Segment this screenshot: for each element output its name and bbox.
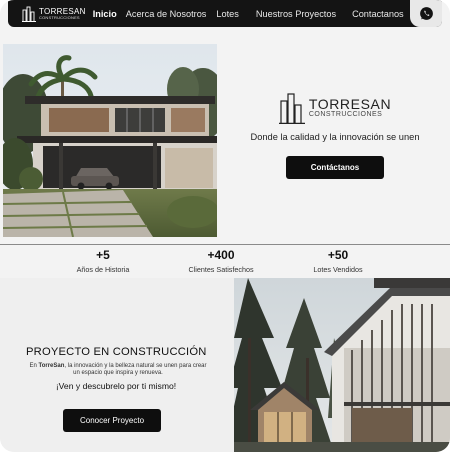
project-image	[234, 278, 450, 452]
conocer-proyecto-button[interactable]: Conocer Proyecto	[63, 409, 161, 432]
stat-clients-label: Clientes Satisfechos	[188, 265, 254, 274]
stats-divider	[0, 244, 450, 245]
project-desc-brand: TorreSan	[38, 363, 65, 369]
stat-years-label: Años de Historia	[76, 265, 130, 274]
nav-link-inicio[interactable]: Inicio	[93, 9, 117, 19]
modern-house-illustration	[3, 44, 217, 237]
page: TORRESAN CONSTRUCCIONES Inicio Acerca de…	[0, 0, 450, 452]
nav-link-proyectos[interactable]: Nuestros Proyectos	[256, 9, 336, 19]
hero-brand-subtitle: CONSTRUCCIONES	[308, 111, 383, 119]
project-description: En TorreSan, la innovación y la belleza …	[28, 363, 208, 377]
nav-link-lotes[interactable]: Lotes	[216, 9, 238, 19]
nav-logo-subtitle: CONSTRUCCIONES	[39, 14, 80, 20]
stat-clients: +400 Clientes Satisfechos	[166, 248, 276, 274]
stat-years-value: +5	[96, 248, 110, 262]
navbar: TORRESAN CONSTRUCCIONES Inicio Acerca de…	[8, 0, 442, 27]
hero-tagline: Donde la calidad y la innovación se unen	[250, 132, 420, 142]
whatsapp-button[interactable]	[410, 0, 442, 27]
project-desc-prefix: En	[29, 363, 39, 369]
project-cta-text: ¡Ven y descubrelo por ti mismo!	[55, 381, 177, 391]
stat-lots: +50 Lotes Vendidos	[283, 248, 393, 274]
stat-years: +5 Años de Historia	[48, 248, 158, 274]
nav-logo[interactable]: TORRESAN CONSTRUCCIONES	[22, 6, 86, 22]
nav-link-acerca[interactable]: Acerca de Nosotros	[126, 9, 207, 19]
hero-house-image	[3, 44, 217, 237]
project-house-illustration	[234, 278, 450, 452]
stat-lots-value: +50	[327, 248, 349, 262]
hero-logo: TORRESAN CONSTRUCCIONES	[278, 92, 392, 124]
building-logo-icon	[278, 93, 305, 124]
stat-clients-value: +400	[207, 248, 235, 262]
hero-brand-block: TORRESAN CONSTRUCCIONES Donde la calidad…	[240, 92, 430, 179]
whatsapp-icon	[419, 7, 433, 20]
building-logo-icon	[22, 6, 36, 22]
nav-link-contactanos[interactable]: Contactanos	[352, 9, 404, 19]
project-title: PROYECTO EN CONSTRUCCIÓN	[26, 346, 207, 358]
contact-button[interactable]: Contáctanos	[286, 156, 384, 179]
project-desc-rest: , la innovación y la belleza natural se …	[64, 363, 207, 376]
nav-links: Inicio Acerca de Nosotros Lotes Nuestros…	[93, 9, 404, 19]
stat-lots-label: Lotes Vendidos	[313, 265, 363, 274]
hero-brand-name: TORRESAN	[308, 96, 392, 113]
